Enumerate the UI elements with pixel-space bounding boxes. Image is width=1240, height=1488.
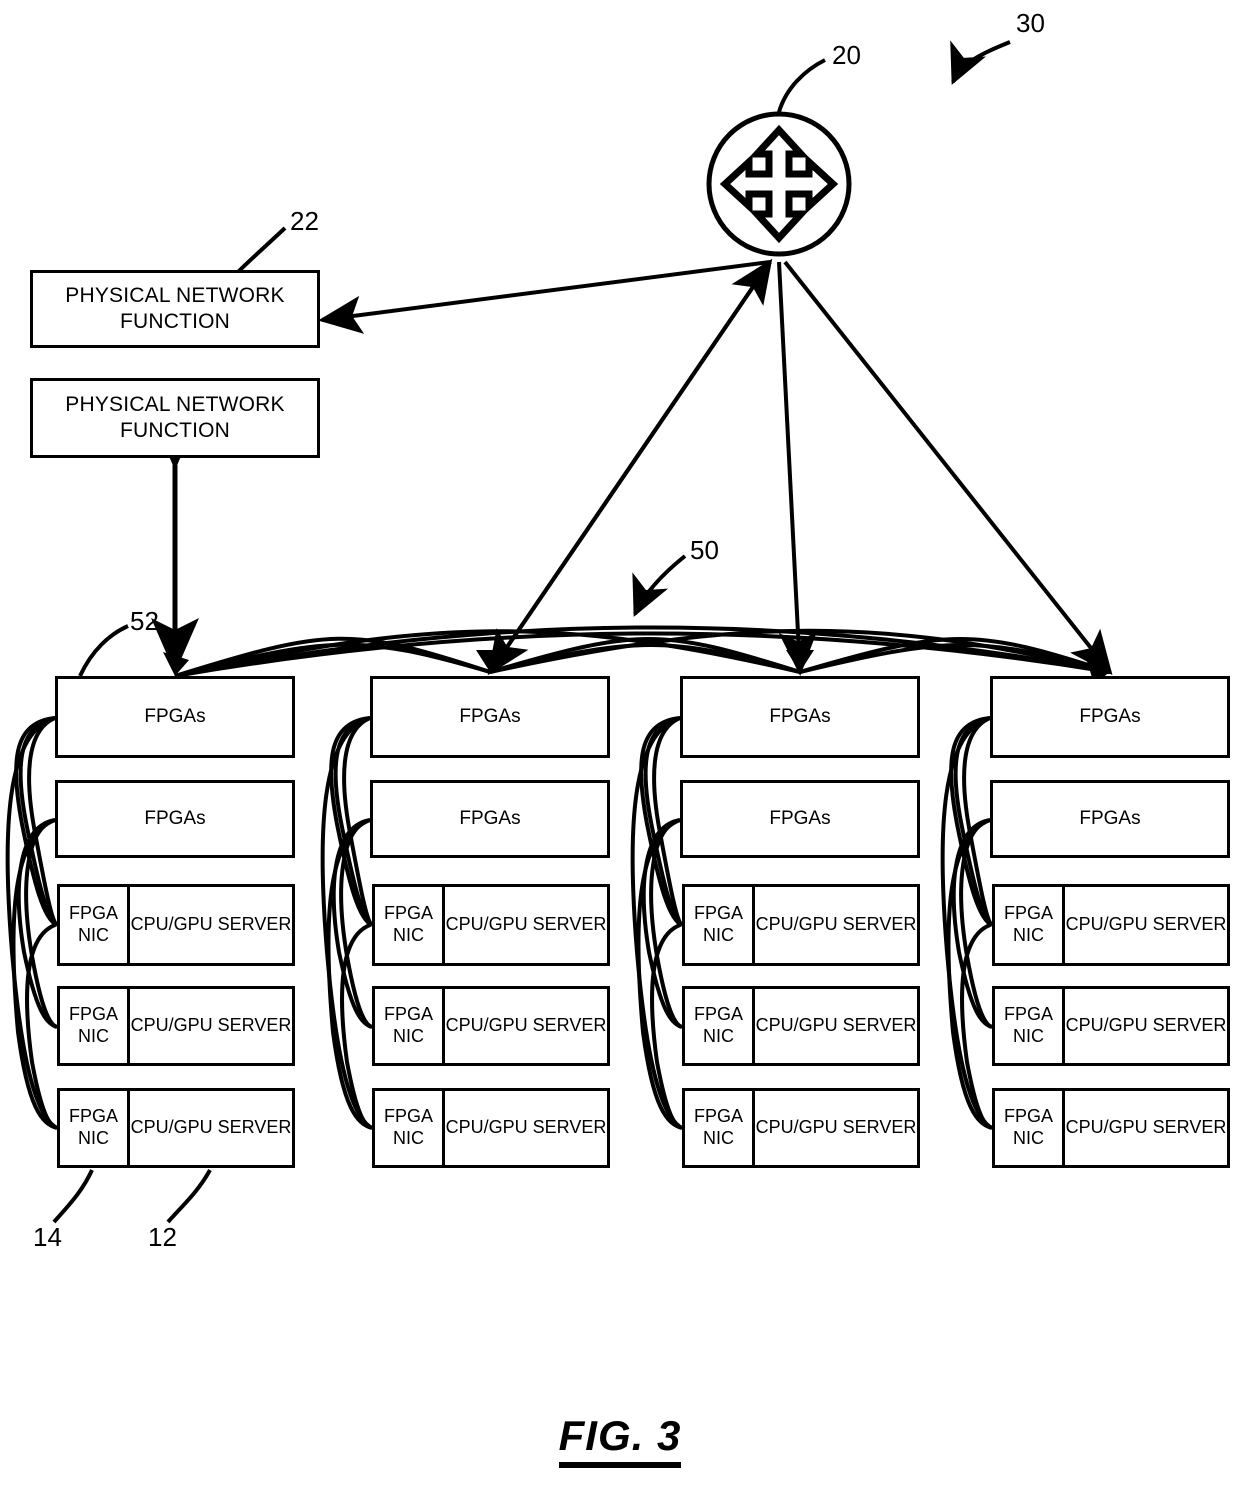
figure-caption: FIG. 3 bbox=[0, 1412, 1240, 1468]
cpu-gpu-server-cell[interactable]: CPU/GPU SERVER bbox=[130, 989, 292, 1063]
inter-rack-fabric-arrowheads bbox=[163, 650, 1110, 684]
rack-1-fpgas-box-2[interactable]: FPGAs bbox=[55, 780, 295, 858]
physical-network-function-box-2[interactable]: PHYSICAL NETWORK FUNCTION bbox=[30, 378, 320, 458]
rack-3-server-row-1[interactable]: FPGA NIC CPU/GPU SERVER bbox=[682, 884, 920, 966]
intra-rack-mesh-rack-3 bbox=[630, 716, 684, 1130]
four-way-arrow-icon bbox=[706, 111, 852, 257]
leader-ref-14 bbox=[52, 1169, 94, 1224]
fpgas-label: FPGAs bbox=[769, 808, 831, 830]
fpgas-label: FPGAs bbox=[144, 706, 206, 728]
fpga-nic-cell[interactable]: FPGA NIC bbox=[60, 989, 130, 1063]
fpga-nic-cell[interactable]: FPGA NIC bbox=[60, 1091, 130, 1165]
link-orchestrator-to-rack4 bbox=[783, 260, 1113, 676]
rack-2-fpgas-box-2[interactable]: FPGAs bbox=[370, 780, 610, 858]
link-orchestrator-to-rack3 bbox=[777, 261, 818, 676]
reference-numeral-12: 12 bbox=[148, 1222, 177, 1252]
link-orchestrator-to-pnf-1 bbox=[318, 260, 771, 334]
fpgas-label: FPGAs bbox=[769, 706, 831, 728]
fpga-nic-cell[interactable]: FPGA NIC bbox=[375, 887, 445, 963]
rack-4-server-row-2[interactable]: FPGA NIC CPU/GPU SERVER bbox=[992, 986, 1230, 1066]
physical-network-function-box-1[interactable]: PHYSICAL NETWORK FUNCTION bbox=[30, 270, 320, 348]
fpga-nic-cell[interactable]: FPGA NIC bbox=[685, 887, 755, 963]
leader-ref-20 bbox=[777, 58, 826, 113]
fpga-nic-cell[interactable]: FPGA NIC bbox=[685, 989, 755, 1063]
cpu-gpu-server-cell[interactable]: CPU/GPU SERVER bbox=[445, 1091, 607, 1165]
fpga-nic-cell[interactable]: FPGA NIC bbox=[60, 887, 130, 963]
rack-3-fpgas-box-1[interactable]: FPGAs bbox=[680, 676, 920, 758]
cpu-gpu-server-cell[interactable]: CPU/GPU SERVER bbox=[755, 989, 917, 1063]
fpgas-label: FPGAs bbox=[1079, 808, 1141, 830]
fpga-nic-cell[interactable]: FPGA NIC bbox=[995, 989, 1065, 1063]
fpga-nic-cell[interactable]: FPGA NIC bbox=[995, 887, 1065, 963]
leader-ref-52 bbox=[78, 624, 129, 677]
link-rack2-down-from-orchestrator bbox=[487, 260, 772, 676]
figure-caption-text: FIG. 3 bbox=[558, 1412, 682, 1468]
fpgas-label: FPGAs bbox=[459, 808, 521, 830]
rack-2-server-row-1[interactable]: FPGA NIC CPU/GPU SERVER bbox=[372, 884, 610, 966]
rack-2-server-row-3[interactable]: FPGA NIC CPU/GPU SERVER bbox=[372, 1088, 610, 1168]
cpu-gpu-server-cell[interactable]: CPU/GPU SERVER bbox=[445, 989, 607, 1063]
cpu-gpu-server-cell[interactable]: CPU/GPU SERVER bbox=[1065, 989, 1227, 1063]
rack-4-server-row-1[interactable]: FPGA NIC CPU/GPU SERVER bbox=[992, 884, 1230, 966]
fpgas-label: FPGAs bbox=[144, 808, 206, 830]
orchestrator-node[interactable] bbox=[705, 110, 853, 258]
rack-1-server-row-3[interactable]: FPGA NIC CPU/GPU SERVER bbox=[57, 1088, 295, 1168]
fpga-nic-cell[interactable]: FPGA NIC bbox=[375, 989, 445, 1063]
patent-figure-3: PHYSICAL NETWORK FUNCTION PHYSICAL NETWO… bbox=[0, 0, 1240, 1488]
rack-4-server-row-3[interactable]: FPGA NIC CPU/GPU SERVER bbox=[992, 1088, 1230, 1168]
reference-numeral-52: 52 bbox=[130, 606, 159, 636]
cpu-gpu-server-cell[interactable]: CPU/GPU SERVER bbox=[755, 1091, 917, 1165]
rack-1-server-row-1[interactable]: FPGA NIC CPU/GPU SERVER bbox=[57, 884, 295, 966]
leader-ref-30 bbox=[950, 40, 1011, 85]
fpgas-label: FPGAs bbox=[459, 706, 521, 728]
fpgas-label: FPGAs bbox=[1079, 706, 1141, 728]
intra-rack-mesh-rack-2 bbox=[320, 716, 374, 1130]
reference-numeral-20: 20 bbox=[832, 40, 861, 70]
rack-2-server-row-2[interactable]: FPGA NIC CPU/GPU SERVER bbox=[372, 986, 610, 1066]
link-rack2-to-orchestrator bbox=[488, 258, 773, 674]
intra-rack-mesh-rack-1 bbox=[5, 716, 59, 1130]
pnf-label-2: PHYSICAL NETWORK FUNCTION bbox=[65, 393, 285, 442]
rack-4-fpgas-box-2[interactable]: FPGAs bbox=[990, 780, 1230, 858]
leader-ref-22 bbox=[236, 226, 287, 274]
cpu-gpu-server-cell[interactable]: CPU/GPU SERVER bbox=[1065, 887, 1227, 963]
cpu-gpu-server-cell[interactable]: CPU/GPU SERVER bbox=[130, 1091, 292, 1165]
cpu-gpu-server-cell[interactable]: CPU/GPU SERVER bbox=[130, 887, 292, 963]
rack-3-fpgas-box-2[interactable]: FPGAs bbox=[680, 780, 920, 858]
rack-1-fpgas-box-1[interactable]: FPGAs bbox=[55, 676, 295, 758]
fpga-nic-cell[interactable]: FPGA NIC bbox=[995, 1091, 1065, 1165]
fpga-nic-cell[interactable]: FPGA NIC bbox=[685, 1091, 755, 1165]
reference-numeral-14: 14 bbox=[33, 1222, 62, 1252]
reference-numeral-50: 50 bbox=[690, 535, 719, 565]
intra-rack-mesh-rack-4 bbox=[940, 716, 994, 1130]
fpga-nic-cell[interactable]: FPGA NIC bbox=[375, 1091, 445, 1165]
rack-2-fpgas-box-1[interactable]: FPGAs bbox=[370, 676, 610, 758]
cpu-gpu-server-cell[interactable]: CPU/GPU SERVER bbox=[755, 887, 917, 963]
pnf-label-1: PHYSICAL NETWORK FUNCTION bbox=[65, 284, 285, 333]
inter-rack-fabric-arcs bbox=[174, 625, 1111, 678]
rack-1-server-row-2[interactable]: FPGA NIC CPU/GPU SERVER bbox=[57, 986, 295, 1066]
cpu-gpu-server-cell[interactable]: CPU/GPU SERVER bbox=[1065, 1091, 1227, 1165]
rack-3-server-row-2[interactable]: FPGA NIC CPU/GPU SERVER bbox=[682, 986, 920, 1066]
reference-numeral-30: 30 bbox=[1016, 8, 1045, 38]
reference-numeral-22: 22 bbox=[290, 206, 319, 236]
leader-ref-50 bbox=[632, 554, 687, 617]
rack-3-server-row-3[interactable]: FPGA NIC CPU/GPU SERVER bbox=[682, 1088, 920, 1168]
cpu-gpu-server-cell[interactable]: CPU/GPU SERVER bbox=[445, 887, 607, 963]
leader-ref-12 bbox=[166, 1169, 212, 1224]
rack-4-fpgas-box-1[interactable]: FPGAs bbox=[990, 676, 1230, 758]
